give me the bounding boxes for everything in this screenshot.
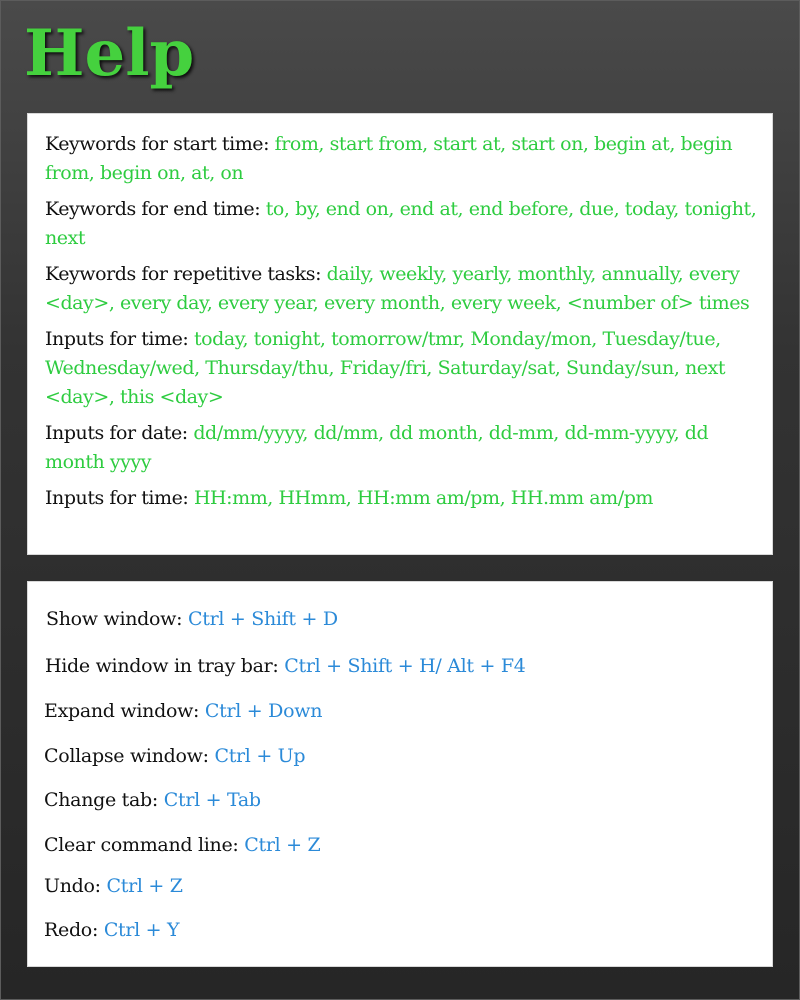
shortcut-show-window: Show window: Ctrl + Shift + D <box>46 605 338 634</box>
shortcut-label: Hide window in tray bar: <box>45 655 279 677</box>
shortcut-clear-command-line: Clear command line: Ctrl + Z <box>44 831 321 860</box>
keyword-label: Keywords for repetitive tasks: <box>45 263 322 285</box>
keyword-entry-end-time: Keywords for end time: to, by, end on, e… <box>45 195 766 253</box>
shortcut-label: Expand window: <box>44 700 200 722</box>
shortcut-keys: Ctrl + Z <box>106 875 183 897</box>
shortcut-hide-window: Hide window in tray bar: Ctrl + Shift + … <box>45 652 526 681</box>
keyword-label: Inputs for date: <box>45 422 188 444</box>
shortcut-label: Undo: <box>44 875 101 897</box>
keyword-entry-date-inputs: Inputs for date: dd/mm/yyyy, dd/mm, dd m… <box>45 419 766 477</box>
keyword-label: Keywords for end time: <box>45 198 261 220</box>
keyword-label: Inputs for time: <box>45 487 189 509</box>
keyword-entry-repetitive-tasks: Keywords for repetitive tasks: daily, we… <box>45 260 766 318</box>
shortcut-keys: Ctrl + Down <box>204 700 323 722</box>
keyword-entry-time-formats: Inputs for time: HH:mm, HHmm, HH:mm am/p… <box>45 484 766 513</box>
shortcut-redo: Redo: Ctrl + Y <box>44 916 180 945</box>
shortcut-keys: Ctrl + Z <box>244 834 321 856</box>
shortcut-label: Clear command line: <box>44 834 239 856</box>
shortcuts-panel: Show window: Ctrl + Shift + D Hide windo… <box>27 581 773 967</box>
shortcut-undo: Undo: Ctrl + Z <box>44 872 183 901</box>
shortcut-label: Collapse window: <box>44 745 209 767</box>
shortcut-label: Change tab: <box>44 789 159 811</box>
shortcut-expand-window: Expand window: Ctrl + Down <box>44 697 322 726</box>
keyword-entry-start-time: Keywords for start time: from, start fro… <box>45 130 766 188</box>
shortcut-keys: Ctrl + Shift + D <box>188 608 338 630</box>
shortcut-keys: Ctrl + Shift + H/ Alt + F4 <box>284 655 526 677</box>
shortcut-label: Show window: <box>46 608 183 630</box>
keyword-label: Inputs for time: <box>45 328 189 350</box>
shortcut-collapse-window: Collapse window: Ctrl + Up <box>44 742 306 771</box>
shortcut-label: Redo: <box>44 919 99 941</box>
shortcut-keys: Ctrl + Up <box>214 745 306 767</box>
keyword-value: HH:mm, HHmm, HH:mm am/pm, HH.mm am/pm <box>193 487 653 509</box>
shortcut-keys: Ctrl + Tab <box>163 789 261 811</box>
keyword-entry-time-inputs: Inputs for time: today, tonight, tomorro… <box>45 325 766 412</box>
shortcut-keys: Ctrl + Y <box>103 919 180 941</box>
shortcut-change-tab: Change tab: Ctrl + Tab <box>44 786 261 815</box>
keywords-panel: Keywords for start time: from, start fro… <box>27 113 773 555</box>
keyword-label: Keywords for start time: <box>45 133 270 155</box>
page-title: Help <box>24 16 195 91</box>
